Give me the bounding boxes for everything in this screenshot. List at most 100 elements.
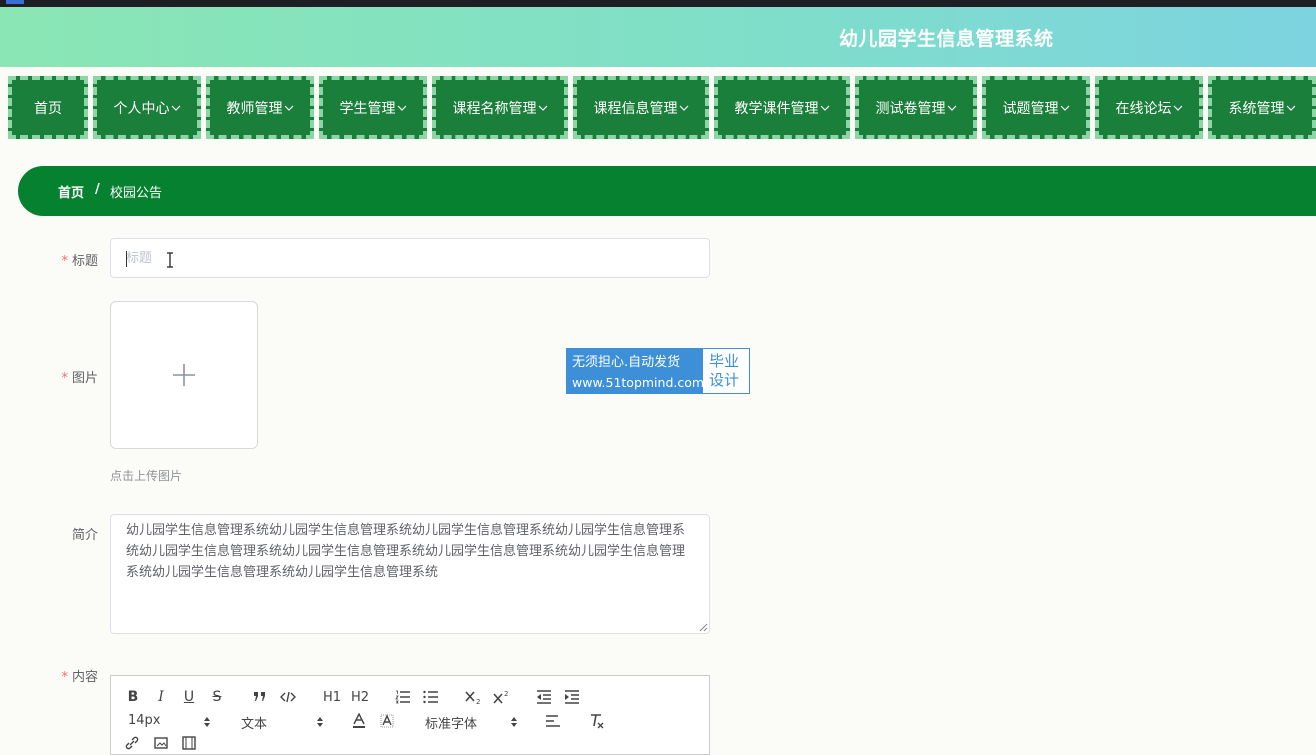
- breadcrumb-separator: /: [95, 182, 100, 197]
- nav-item-label: 课程信息管理: [593, 100, 678, 117]
- svg-text:2: 2: [476, 698, 480, 704]
- link-button[interactable]: [124, 736, 140, 750]
- chevron-down-icon: [679, 105, 688, 111]
- title-input[interactable]: [111, 239, 709, 277]
- chevron-down-icon: [538, 105, 547, 111]
- superscript-button[interactable]: 2: [492, 688, 512, 706]
- chevron-down-icon: [820, 105, 829, 111]
- highlight-icon: [380, 714, 394, 728]
- nav-item-label: 首页: [34, 100, 62, 117]
- content-label: * 内容: [38, 666, 98, 685]
- nav-item-test-paper-mgmt[interactable]: 测试卷管理: [855, 76, 977, 139]
- underline-button[interactable]: U: [181, 688, 197, 706]
- font-family-select[interactable]: 标准字体: [425, 713, 521, 732]
- h2-button[interactable]: H2: [349, 688, 371, 706]
- subscript-button[interactable]: 2: [464, 688, 484, 706]
- clear-format-icon: [591, 714, 604, 729]
- font-family-value: 标准字体: [425, 717, 478, 732]
- header-type-select[interactable]: 文本: [241, 713, 327, 732]
- nav-item-label: 系统管理: [1228, 100, 1285, 117]
- breadcrumb-home[interactable]: 首页: [58, 182, 84, 201]
- nav-item-home[interactable]: 首页: [8, 76, 88, 139]
- font-color-button[interactable]: [350, 712, 368, 730]
- window-titlebar: [0, 0, 1316, 7]
- select-arrows-icon: [511, 717, 517, 727]
- quote-icon: [254, 692, 265, 701]
- indent-icon: [565, 690, 579, 704]
- nav-item-label: 试题管理: [1002, 100, 1059, 117]
- strike-button[interactable]: S: [209, 688, 225, 706]
- nav-item-question-mgmt[interactable]: 试题管理: [982, 76, 1090, 139]
- blockquote-button[interactable]: [251, 688, 269, 706]
- text-caret: [126, 251, 127, 267]
- nav-item-personal-center[interactable]: 个人中心: [93, 76, 201, 139]
- chevron-down-icon: [1060, 105, 1069, 111]
- intro-textarea-wrapper: [110, 514, 710, 634]
- clear-format-button[interactable]: [588, 712, 606, 730]
- image-label-text: 图片: [71, 371, 98, 386]
- main-nav: 首页 个人中心 教师管理 学生管理 课程名称管理 课程信息管理 教学课件管理 测…: [0, 76, 1316, 139]
- nav-item-label: 测试卷管理: [875, 100, 946, 117]
- watermark-logo: 无须担心.自动发货 www.51topmind.com 毕业 设计: [566, 348, 750, 394]
- chevron-down-icon: [397, 105, 406, 111]
- h2-label: H2: [350, 689, 370, 705]
- chevron-down-icon: [171, 105, 180, 111]
- required-mark: *: [61, 371, 68, 386]
- title-input-wrapper: [110, 238, 710, 278]
- ibeam-cursor-icon: [167, 252, 173, 268]
- breadcrumb: 首页 / 校园公告: [18, 166, 1316, 216]
- background-color-button[interactable]: [378, 712, 396, 730]
- nav-item-label: 在线论坛: [1115, 100, 1172, 117]
- superscript-icon: 2: [493, 690, 508, 704]
- subscript-icon: 2: [465, 691, 480, 704]
- align-button[interactable]: [544, 712, 562, 730]
- nav-item-label: 课程名称管理: [452, 100, 537, 117]
- nav-item-label: 教学课件管理: [734, 100, 819, 117]
- code-icon: [280, 691, 296, 703]
- title-label-text: 标题: [71, 254, 98, 269]
- italic-button[interactable]: I: [153, 688, 169, 706]
- h1-button[interactable]: H1: [321, 688, 343, 706]
- nav-item-courseware-mgmt[interactable]: 教学课件管理: [714, 76, 850, 139]
- required-mark: *: [61, 670, 68, 685]
- title-label: * 标题: [38, 250, 98, 269]
- intro-textarea[interactable]: [111, 515, 709, 633]
- font-size-select[interactable]: 14px: [128, 713, 214, 731]
- video-button[interactable]: [181, 736, 197, 750]
- nav-item-system-mgmt[interactable]: 系统管理: [1208, 76, 1316, 139]
- indent-button[interactable]: [563, 688, 581, 706]
- breadcrumb-current: 校园公告: [110, 186, 163, 201]
- resize-grip-icon[interactable]: [699, 623, 708, 632]
- image-icon: [154, 737, 168, 749]
- code-block-button[interactable]: [279, 688, 297, 706]
- image-button[interactable]: [153, 736, 169, 750]
- select-arrows-icon: [317, 717, 323, 727]
- nav-item-course-info-mgmt[interactable]: 课程信息管理: [573, 76, 709, 139]
- app-title: 幼儿园学生信息管理系统: [839, 28, 1054, 50]
- nav-item-student-mgmt[interactable]: 学生管理: [319, 76, 427, 139]
- content-label-text: 内容: [71, 670, 98, 685]
- link-icon: [125, 736, 139, 750]
- nav-item-forum[interactable]: 在线论坛: [1095, 76, 1203, 139]
- nav-item-label: 个人中心: [113, 100, 170, 117]
- video-icon: [182, 736, 196, 750]
- image-label: * 图片: [38, 367, 98, 386]
- ordered-list-button[interactable]: [394, 688, 412, 706]
- bold-button[interactable]: B: [125, 688, 141, 706]
- nav-item-label: 教师管理: [226, 100, 283, 117]
- bullet-list-button[interactable]: [422, 688, 440, 706]
- chevron-down-icon: [284, 105, 293, 111]
- image-uploader[interactable]: [110, 301, 258, 449]
- rich-text-editor: B I U S H1 H2 2 2 14px 文本 标准字体: [110, 675, 710, 755]
- nav-item-teacher-mgmt[interactable]: 教师管理: [206, 76, 314, 139]
- intro-label: 简介: [38, 524, 98, 543]
- font-size-value: 14px: [128, 713, 161, 728]
- outdent-icon: [537, 690, 551, 704]
- h1-label: H1: [322, 689, 342, 705]
- required-mark: *: [61, 254, 68, 269]
- outdent-button[interactable]: [535, 688, 553, 706]
- nav-item-label: 学生管理: [339, 100, 396, 117]
- svg-text:2: 2: [504, 690, 508, 698]
- plus-icon: [173, 364, 195, 386]
- nav-item-course-name-mgmt[interactable]: 课程名称管理: [432, 76, 568, 139]
